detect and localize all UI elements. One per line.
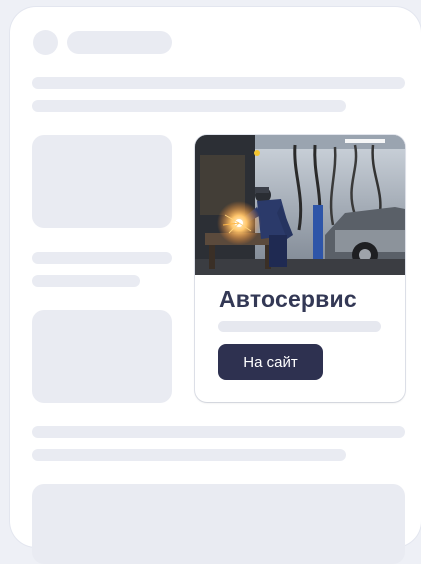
text-line-placeholder <box>32 449 346 461</box>
content-block-placeholder <box>32 484 405 564</box>
content-block-placeholder <box>32 310 172 403</box>
ad-text-placeholder <box>218 321 381 332</box>
text-line-placeholder <box>32 77 405 89</box>
text-line-placeholder <box>32 426 405 438</box>
auto-repair-photo <box>195 135 405 275</box>
visit-site-button[interactable]: На сайт <box>218 344 323 380</box>
text-line-placeholder <box>32 100 346 112</box>
avatar-placeholder <box>33 30 58 55</box>
header-title-placeholder <box>67 31 172 54</box>
ad-card[interactable]: Автосервис На сайт <box>195 135 405 402</box>
content-block-placeholder <box>32 135 172 228</box>
text-line-placeholder <box>32 252 172 264</box>
ad-title: Автосервис <box>219 286 357 312</box>
text-line-placeholder <box>32 275 140 287</box>
